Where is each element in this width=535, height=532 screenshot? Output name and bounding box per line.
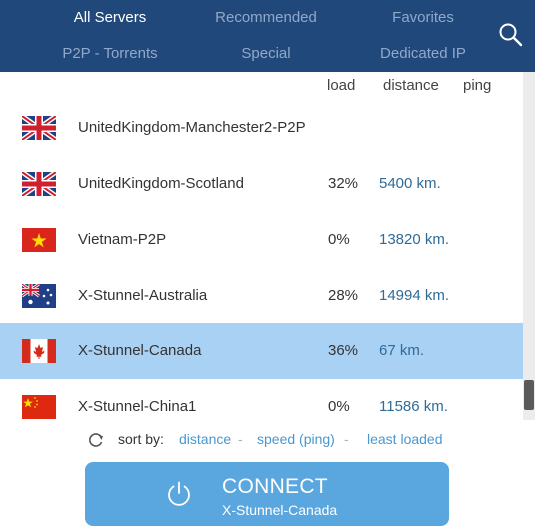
search-icon[interactable] [498, 22, 524, 48]
server-filter-header: All Servers Recommended Favorites P2P - … [0, 0, 535, 72]
sort-separator: - [344, 431, 349, 447]
server-distance: 14994 km. [379, 287, 450, 304]
vn-flag-icon [22, 228, 56, 252]
tab-all-servers[interactable]: All Servers [62, 9, 158, 26]
server-load: 0% [328, 231, 350, 248]
server-name: X-Stunnel-Australia [78, 287, 208, 304]
au-flag-icon [21, 282, 56, 308]
server-name: X-Stunnel-China1 [78, 398, 197, 415]
server-row[interactable]: X-Stunnel-China1 0% 11586 km. [0, 379, 523, 420]
server-name: X-Stunnel-Canada [78, 342, 202, 359]
connect-server-name: X-Stunnel-Canada [222, 502, 338, 518]
server-row[interactable]: UnitedKingdom-Manchester2-P2P [0, 100, 523, 156]
cn-flag-icon [22, 395, 56, 419]
server-list: UnitedKingdom-Manchester2-P2P UnitedKing… [0, 100, 523, 420]
server-load: 0% [328, 398, 350, 415]
server-distance: 67 km. [379, 342, 425, 359]
sort-by-label: sort by: [118, 431, 164, 447]
tab-recommended[interactable]: Recommended [206, 9, 326, 26]
refresh-icon[interactable] [88, 432, 104, 451]
tab-p2p-torrents[interactable]: P2P - Torrents [55, 45, 165, 62]
scrollbar-thumb[interactable] [524, 380, 534, 410]
sort-least-loaded-link[interactable]: least loaded [367, 431, 443, 447]
server-load: 36% [328, 342, 359, 359]
server-load: 28% [328, 287, 359, 304]
column-header-load[interactable]: load [327, 77, 355, 94]
server-list-scrollbar[interactable] [523, 72, 535, 420]
tab-special[interactable]: Special [231, 45, 301, 62]
server-row-selected[interactable]: X-Stunnel-Canada 36% 67 km. [0, 323, 523, 379]
sort-distance-link[interactable]: distance [179, 431, 231, 447]
tab-dedicated-ip[interactable]: Dedicated IP [372, 45, 474, 62]
server-row[interactable]: X-Stunnel-Australia 28% 14994 km. [0, 268, 523, 324]
server-load: 32% [328, 175, 359, 192]
server-name: UnitedKingdom-Manchester2-P2P [78, 119, 306, 136]
server-distance: 13820 km. [379, 231, 450, 248]
server-distance: 5400 km. [379, 175, 441, 192]
sort-speed-link[interactable]: speed (ping) [257, 431, 335, 447]
server-row[interactable]: Vietnam-P2P 0% 13820 km. [0, 212, 523, 268]
gb-flag-icon [20, 113, 58, 143]
connect-button[interactable]: CONNECT X-Stunnel-Canada [85, 462, 449, 526]
server-name: Vietnam-P2P [78, 231, 167, 248]
server-row[interactable]: UnitedKingdom-Scotland 32% 5400 km. [0, 156, 523, 212]
connect-label: CONNECT [222, 475, 328, 498]
ca-flag-icon [22, 339, 56, 363]
power-icon [164, 479, 194, 514]
tab-favorites[interactable]: Favorites [378, 9, 468, 26]
server-name: UnitedKingdom-Scotland [78, 175, 244, 192]
sort-bar: sort by: distance - speed (ping) - least… [88, 431, 528, 449]
gb-flag-icon [20, 169, 58, 199]
column-header-ping[interactable]: ping [463, 77, 491, 94]
sort-separator: - [238, 431, 243, 447]
column-header-distance[interactable]: distance [383, 77, 439, 94]
server-distance: 11586 km. [379, 398, 448, 415]
